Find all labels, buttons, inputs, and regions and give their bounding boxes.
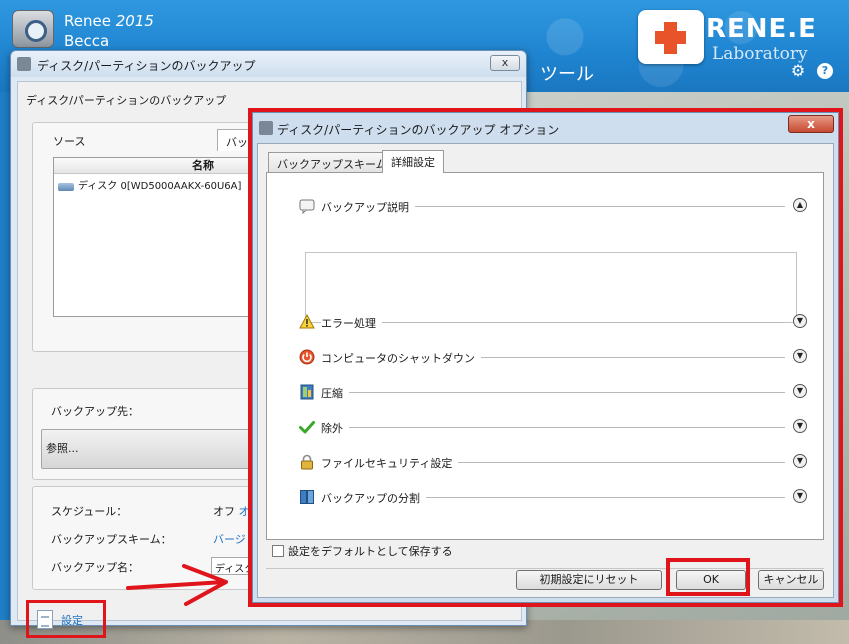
- lock-icon: [301, 454, 313, 470]
- options-dialog-body: バックアップスキーム 詳細設定 バックアップ説明 ▲ エラー処理 ▼ コンピュー…: [257, 143, 834, 598]
- chevron-down-icon[interactable]: ▼: [793, 384, 807, 398]
- backup-dialog-title: ディスク/パーティションのバックアップ: [37, 59, 256, 73]
- option-label: エラー処理: [321, 315, 382, 331]
- power-icon: [299, 349, 315, 365]
- chevron-up-icon[interactable]: ▲: [793, 198, 807, 212]
- description-section[interactable]: バックアップ説明 ▲: [291, 197, 811, 215]
- app-small-icon: [17, 57, 31, 71]
- chevron-down-icon[interactable]: ▼: [793, 349, 807, 363]
- tools-menu[interactable]: ツール: [540, 60, 594, 86]
- ok-button-highlight: [666, 558, 750, 596]
- settings-doc-icon: [37, 610, 53, 629]
- chevron-down-icon[interactable]: ▼: [793, 489, 807, 503]
- option-label: コンピュータのシャットダウン: [321, 350, 481, 366]
- save-default-label: 設定をデフォルトとして保存する: [288, 545, 453, 558]
- option-shutdown[interactable]: コンピュータのシャットダウン ▼: [291, 348, 811, 366]
- save-default-checkbox[interactable]: 設定をデフォルトとして保存する: [272, 543, 453, 559]
- warning-icon: [299, 314, 315, 329]
- brand-plus-icon: [638, 10, 704, 64]
- close-button[interactable]: x: [490, 55, 520, 71]
- description-label: バックアップ説明: [321, 199, 415, 215]
- check-icon: [299, 421, 315, 434]
- tab-backup-scheme[interactable]: バックアップスキーム: [268, 152, 396, 172]
- annotation-arrow: [126, 564, 228, 606]
- schedule-off: オフ: [213, 505, 235, 518]
- option-error-handling[interactable]: エラー処理 ▼: [291, 313, 811, 331]
- option-exclude[interactable]: 除外 ▼: [291, 418, 811, 436]
- options-dialog-title: ディスク/パーティションのバックアップ オプション: [277, 123, 560, 137]
- option-label: バックアップの分割: [321, 490, 426, 506]
- compress-icon: [300, 384, 314, 400]
- settings-button[interactable]: 設定: [26, 600, 106, 638]
- option-label: 除外: [321, 420, 349, 436]
- reset-defaults-button[interactable]: 初期設定にリセット: [516, 570, 662, 590]
- destination-label: バックアップ先：: [51, 405, 139, 418]
- tab-advanced-settings[interactable]: 詳細設定: [382, 150, 444, 173]
- list-item[interactable]: ディスク 0[WD5000AAKX-60U6A]: [54, 178, 241, 196]
- option-file-security[interactable]: ファイルセキュリティ設定 ▼: [291, 453, 811, 471]
- settings-label: 設定: [61, 614, 83, 627]
- backup-dialog-titlebar[interactable]: ディスク/パーティションのバックアップ x: [11, 51, 526, 77]
- disk-icon: [58, 183, 74, 191]
- option-split[interactable]: バックアップの分割 ▼: [291, 488, 811, 506]
- option-label: ファイルセキュリティ設定: [321, 455, 459, 471]
- user-name: Renee 2015: [64, 12, 154, 30]
- options-dialog: ディスク/パーティションのバックアップ オプション x バックアップスキーム 詳…: [252, 112, 839, 603]
- advanced-settings-panel: バックアップ説明 ▲ エラー処理 ▼ コンピュータのシャットダウン ▼ 圧縮 ▼…: [266, 172, 824, 540]
- chevron-down-icon[interactable]: ▼: [793, 454, 807, 468]
- disk-label: ディスク 0[WD5000AAKX-60U6A]: [78, 181, 242, 192]
- option-compression[interactable]: 圧縮 ▼: [291, 383, 811, 401]
- chevron-down-icon[interactable]: ▼: [793, 314, 807, 328]
- help-icon[interactable]: ?: [817, 63, 833, 79]
- app-logo-icon: [12, 10, 54, 48]
- option-label: 圧縮: [321, 385, 349, 401]
- scheme-label: バックアップスキーム：: [51, 533, 172, 546]
- tab-source[interactable]: ソース: [53, 133, 85, 149]
- comment-icon: [299, 199, 315, 214]
- close-button[interactable]: x: [788, 115, 834, 133]
- cancel-button[interactable]: キャンセル: [758, 570, 824, 590]
- user-name-2: Becca: [64, 32, 110, 50]
- gear-icon[interactable]: ⚙: [789, 62, 807, 80]
- split-icon: [300, 490, 314, 504]
- checkbox-box[interactable]: [272, 545, 284, 557]
- chevron-down-icon[interactable]: ▼: [793, 419, 807, 433]
- schedule-label: スケジュール：: [51, 505, 128, 518]
- app-small-icon: [259, 121, 273, 135]
- backup-heading: ディスク/パーティションのバックアップ: [26, 94, 227, 107]
- brand-name: RENE.E: [706, 14, 817, 44]
